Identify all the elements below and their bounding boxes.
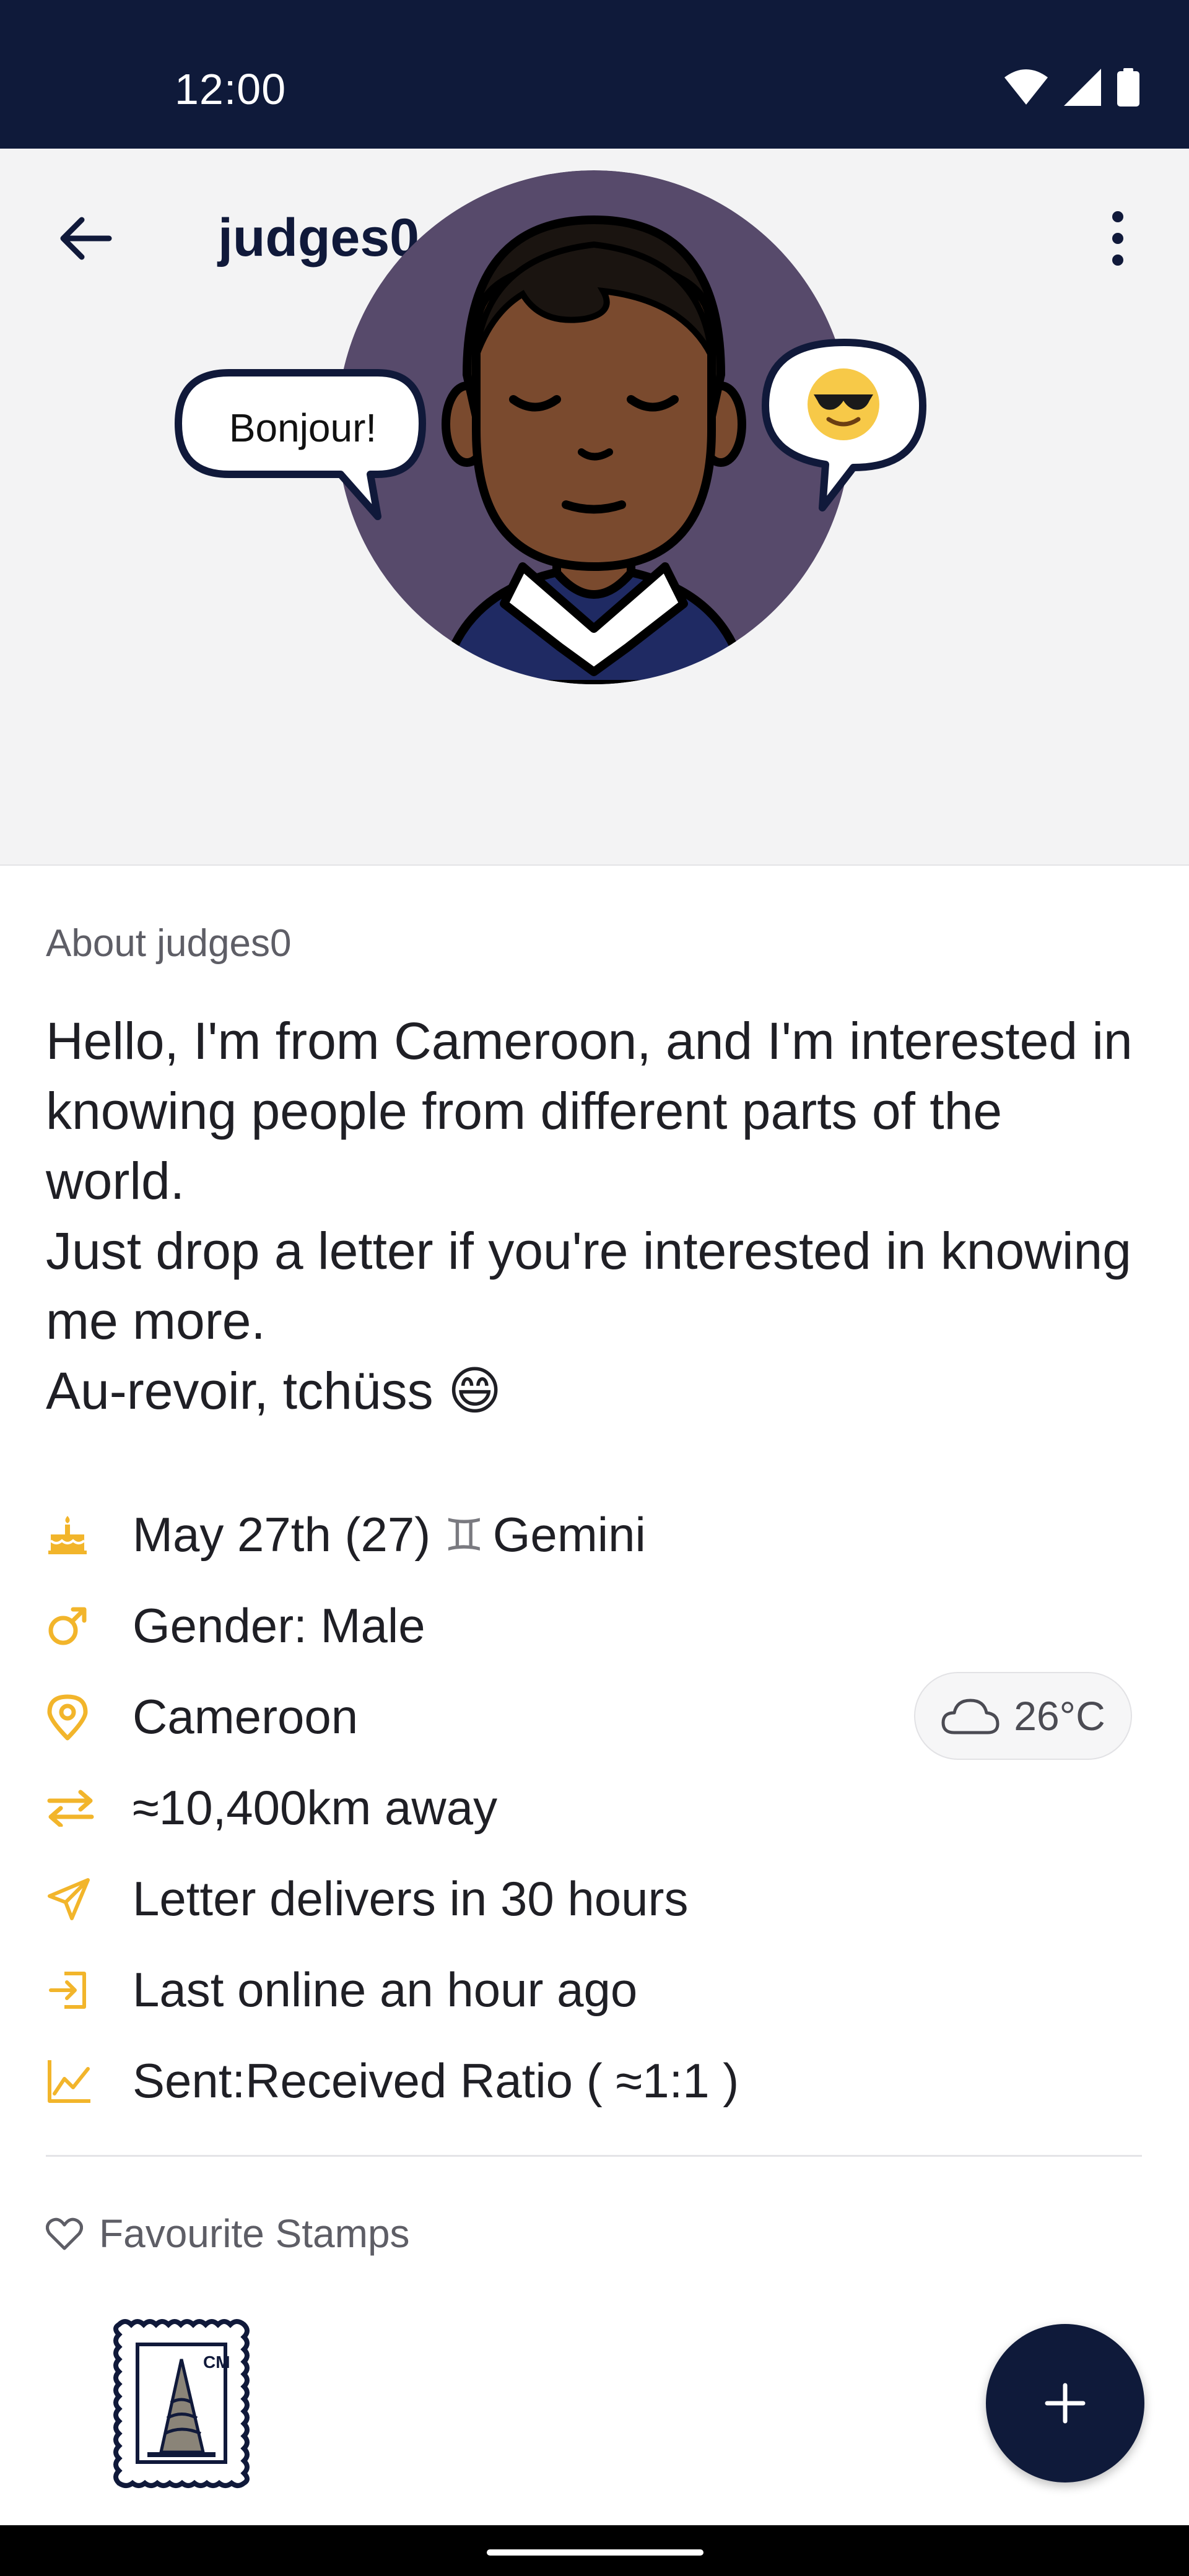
distance-row: ≈10,400km away	[46, 1762, 1154, 1853]
more-options-button[interactable]	[1084, 204, 1152, 272]
last-online-text: Last online an hour ago	[133, 1962, 638, 2017]
weather-temp: 26°C	[1014, 1693, 1105, 1739]
status-time: 12:00	[175, 65, 287, 113]
login-icon	[46, 1962, 102, 2018]
cloud-icon	[941, 1699, 1000, 1734]
weather-chip[interactable]: 26°C	[914, 1672, 1132, 1760]
gender-text: Gender: Male	[133, 1598, 425, 1653]
send-icon	[46, 1871, 102, 1927]
speech-bubble-greeting: Bonjour!	[175, 369, 430, 520]
stamp-cameroon[interactable]: CM	[110, 2316, 253, 2491]
delivery-text: Letter delivers in 30 hours	[133, 1871, 689, 1926]
favourite-stamps-header: Favourite Stamps	[46, 2211, 410, 2256]
gender-row: Gender: Male	[46, 1580, 1154, 1671]
male-icon	[46, 1598, 102, 1654]
distance-text: ≈10,400km away	[133, 1780, 498, 1835]
swap-arrows-icon	[46, 1780, 102, 1836]
ratio-text: Sent:Received Ratio ( ≈1:1 )	[133, 2053, 739, 2108]
delivery-row: Letter delivers in 30 hours	[46, 1853, 1154, 1944]
ratio-row: Sent:Received Ratio ( ≈1:1 )	[46, 2035, 1154, 2126]
section-divider	[46, 2155, 1142, 2157]
more-vert-icon	[1112, 211, 1123, 266]
cake-icon	[46, 1507, 102, 1563]
zodiac-text: Gemini	[492, 1507, 646, 1562]
back-button[interactable]	[51, 204, 119, 272]
speech-bubble-emoji	[760, 337, 928, 511]
stamp-image: CM	[113, 2319, 250, 2488]
wifi-icon	[1004, 69, 1048, 105]
heart-icon	[46, 2217, 83, 2250]
status-icons	[1004, 68, 1139, 107]
gemini-icon: ♊	[444, 1508, 484, 1561]
status-bar: 12:00	[0, 0, 1189, 149]
battery-icon	[1117, 68, 1139, 107]
location-pin-icon	[46, 1689, 102, 1745]
signal-icon	[1064, 69, 1101, 106]
stamp-code: CM	[203, 2352, 230, 2372]
arrow-back-icon	[60, 217, 112, 260]
birthday-row: May 27th (27) ♊ Gemini	[46, 1489, 1154, 1580]
location-text: Cameroon	[133, 1689, 359, 1744]
plus-icon	[1045, 2383, 1086, 2424]
about-text: Hello, I'm from Cameroon, and I'm intere…	[46, 1012, 1133, 1420]
compose-letter-fab[interactable]	[986, 2324, 1144, 2482]
birthday-text: May 27th (27)	[133, 1507, 431, 1562]
home-gesture-handle[interactable]	[487, 2549, 703, 2556]
info-list: May 27th (27) ♊ Gemini Gender: Male Came…	[46, 1489, 1154, 2126]
about-label: About judges0	[46, 922, 292, 965]
last-online-row: Last online an hour ago	[46, 1944, 1154, 2035]
chart-line-icon	[46, 2053, 102, 2109]
greeting-text: Bonjour!	[229, 406, 377, 450]
sunglasses-emoji-icon	[808, 368, 879, 440]
favourite-stamps-label: Favourite Stamps	[99, 2211, 410, 2256]
